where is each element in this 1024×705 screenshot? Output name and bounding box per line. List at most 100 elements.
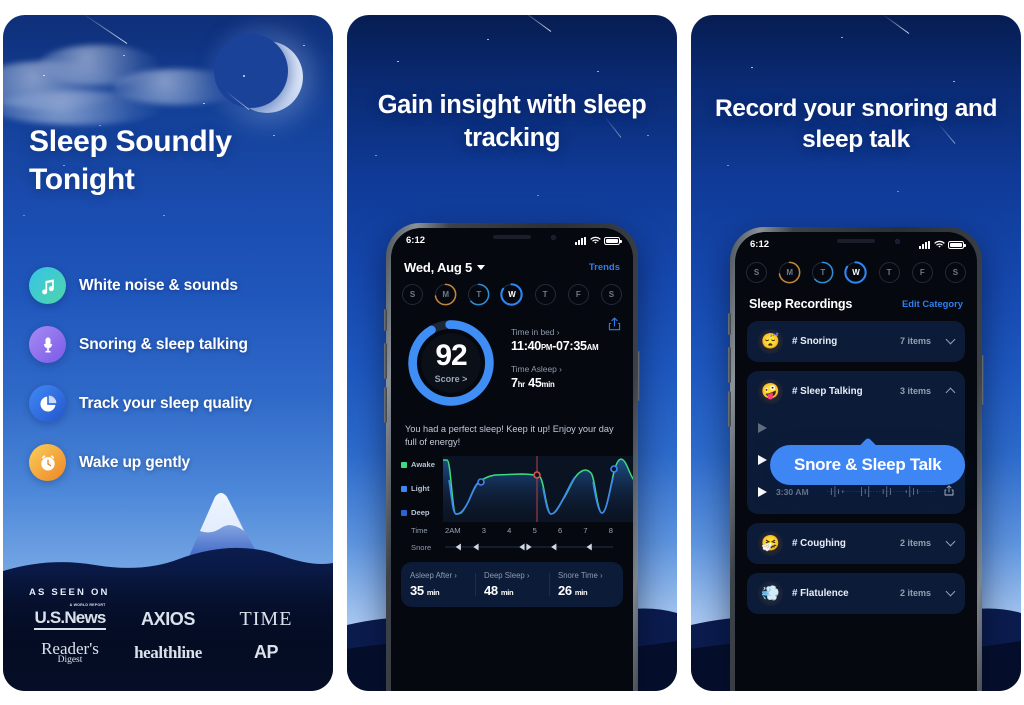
day-circle-w-selected[interactable]: W [500, 282, 524, 306]
stat-value: 48 min [484, 583, 514, 599]
as-seen-on-section: AS SEEN ON U.S.News & WORLD REPORT AXIOS… [3, 570, 333, 691]
recordings-title: Sleep Recordings [749, 296, 853, 311]
progress-arc [467, 283, 490, 305]
date-picker[interactable]: Wed, Aug 5 [404, 259, 486, 275]
notch [794, 231, 918, 252]
progress-arc [844, 260, 868, 284]
alarm-clock-icon [29, 444, 66, 481]
wifi-icon [933, 240, 945, 248]
chevron-down-icon[interactable] [945, 536, 956, 547]
progress-arc [778, 261, 801, 283]
sneezing-face-emoji-icon: 🤧 [758, 530, 783, 556]
share-icon[interactable] [944, 483, 954, 501]
day-circle-t2[interactable]: T [878, 261, 900, 283]
app-store-screenshot-set: Sleep Soundly Tonight White noise & soun… [0, 0, 1024, 705]
time-in-bed-label: Time in bed › [511, 326, 560, 337]
waveform [827, 421, 954, 434]
page-headline: Gain insight with sleep tracking [377, 90, 647, 152]
chevron-up-icon[interactable] [945, 387, 956, 397]
category-count: 3 items [899, 386, 931, 396]
edit-category-link[interactable]: Edit Category [902, 298, 963, 309]
time-asleep-group[interactable]: Time Asleep › 7hr 45min [511, 364, 598, 390]
chart-marker-light [477, 478, 485, 486]
chart-legend: Awake Light Deep [401, 460, 435, 532]
panel-sleep-recordings: Record your snoring and sleep talk 6:12 [691, 14, 1021, 691]
share-icon[interactable] [608, 316, 621, 336]
front-camera-icon [895, 238, 900, 244]
feature-item-sleep-quality[interactable]: Track your sleep quality [29, 383, 319, 425]
day-circle-w-selected[interactable]: W [844, 260, 868, 284]
week-day-selector: S M T W T F S [391, 282, 633, 306]
trends-link[interactable]: Trends [589, 262, 620, 273]
day-circle-f[interactable]: F [567, 283, 589, 305]
progress-arc [811, 261, 834, 283]
status-time: 6:12 [406, 235, 426, 246]
chart-marker-awake [610, 465, 618, 473]
logo-axios: AXIOS [140, 609, 195, 629]
day-circle-m[interactable]: M [434, 283, 457, 305]
sleep-score-value: 92 [435, 339, 467, 372]
speaker-grille [493, 234, 531, 239]
recordings-header: Sleep Recordings Edit Category [735, 297, 977, 311]
progress-arc [434, 283, 457, 305]
day-circle-t1[interactable]: T [811, 261, 834, 283]
sleep-score-section: 92 Score > Time in bed › 11:40PM-07:35AM… [391, 315, 633, 419]
category-snoring[interactable]: 😴 # Snoring 7 items [747, 320, 965, 362]
feature-list: White noise & sounds Snoring & sleep tal… [29, 265, 319, 501]
stat-snore-time[interactable]: Snore Time › 26 min [549, 571, 623, 598]
sleep-stage-plot [443, 456, 633, 523]
phone-device-sleep-tracking: 6:12 Wed, Aug 5 Trends S M T W T F S 92 … [384, 222, 640, 691]
chevron-down-icon[interactable] [945, 586, 956, 597]
sleep-stage-chart[interactable]: Awake Light Deep Time 2AM 3 4 5 6 7 8 Sn… [391, 456, 633, 553]
stat-deep-sleep[interactable]: Deep Sleep › 48 min [475, 571, 549, 598]
play-icon[interactable] [758, 422, 767, 433]
category-row: 🤪 # Sleep Talking 3 items [747, 371, 965, 412]
legend-item-awake: Awake [401, 460, 435, 469]
day-circle-m[interactable]: M [778, 261, 801, 283]
take-time: 3:30 AM [776, 486, 809, 497]
day-circle-s2[interactable]: S [944, 261, 966, 283]
category-name: # Coughing [792, 537, 846, 549]
stat-asleep-after[interactable]: Asleep After › 35 min [401, 571, 475, 598]
dashing-away-emoji-icon: 💨 [758, 580, 783, 606]
day-circle-t2[interactable]: T [534, 283, 556, 305]
day-circle-s2[interactable]: S [600, 283, 622, 305]
day-circle-s1[interactable]: S [746, 261, 767, 283]
day-circle-t1[interactable]: T [467, 283, 490, 305]
chart-marker-current [533, 471, 541, 479]
battery-icon [604, 236, 622, 245]
play-icon[interactable] [758, 486, 767, 497]
category-row: 😴 # Snoring 7 items [747, 321, 965, 362]
wifi-icon [589, 236, 601, 244]
stat-value: 26 min [558, 583, 588, 599]
chart-snore-axis: Snore [401, 535, 623, 553]
feature-item-snoring[interactable]: Snoring & sleep talking [29, 324, 319, 366]
play-icon[interactable] [758, 454, 767, 465]
notch [450, 227, 574, 248]
category-count: 7 items [899, 336, 931, 346]
chevron-down-icon [477, 264, 486, 270]
logo-time: TIME [239, 608, 293, 630]
category-coughing[interactable]: 🤧 # Coughing 2 items [747, 522, 965, 564]
panel-hero-features: Sleep Soundly Tonight White noise & soun… [3, 14, 333, 691]
date-label: Wed, Aug 5 [404, 259, 473, 275]
sleep-score-value-group: 92 Score > [403, 315, 499, 411]
chevron-down-icon[interactable] [945, 334, 956, 345]
zany-face-emoji-icon: 🤪 [758, 378, 783, 404]
category-name: # Flatulence [792, 587, 849, 599]
recording-take-hidden[interactable] [747, 412, 965, 444]
category-flatulence[interactable]: 💨 # Flatulence 2 items [747, 572, 965, 614]
category-sleep-talking[interactable]: 🤪 # Sleep Talking 3 items 2:45 [747, 370, 965, 514]
legend-item-deep: Deep [401, 508, 435, 517]
day-circle-f[interactable]: F [911, 261, 933, 283]
cellular-signal-icon [574, 236, 586, 245]
feature-item-wake-up[interactable]: Wake up gently [29, 442, 319, 484]
day-circle-s1[interactable]: S [402, 283, 423, 305]
time-in-bed-group[interactable]: Time in bed › 11:40PM-07:35AM [511, 326, 599, 353]
stat-label: Deep Sleep › [484, 571, 530, 581]
crescent-moon-icon [214, 33, 303, 113]
feature-item-white-noise[interactable]: White noise & sounds [29, 265, 319, 307]
battery-icon [948, 240, 966, 249]
sleep-score-ring[interactable]: 92 Score > [403, 315, 499, 411]
progress-arc [500, 282, 524, 306]
